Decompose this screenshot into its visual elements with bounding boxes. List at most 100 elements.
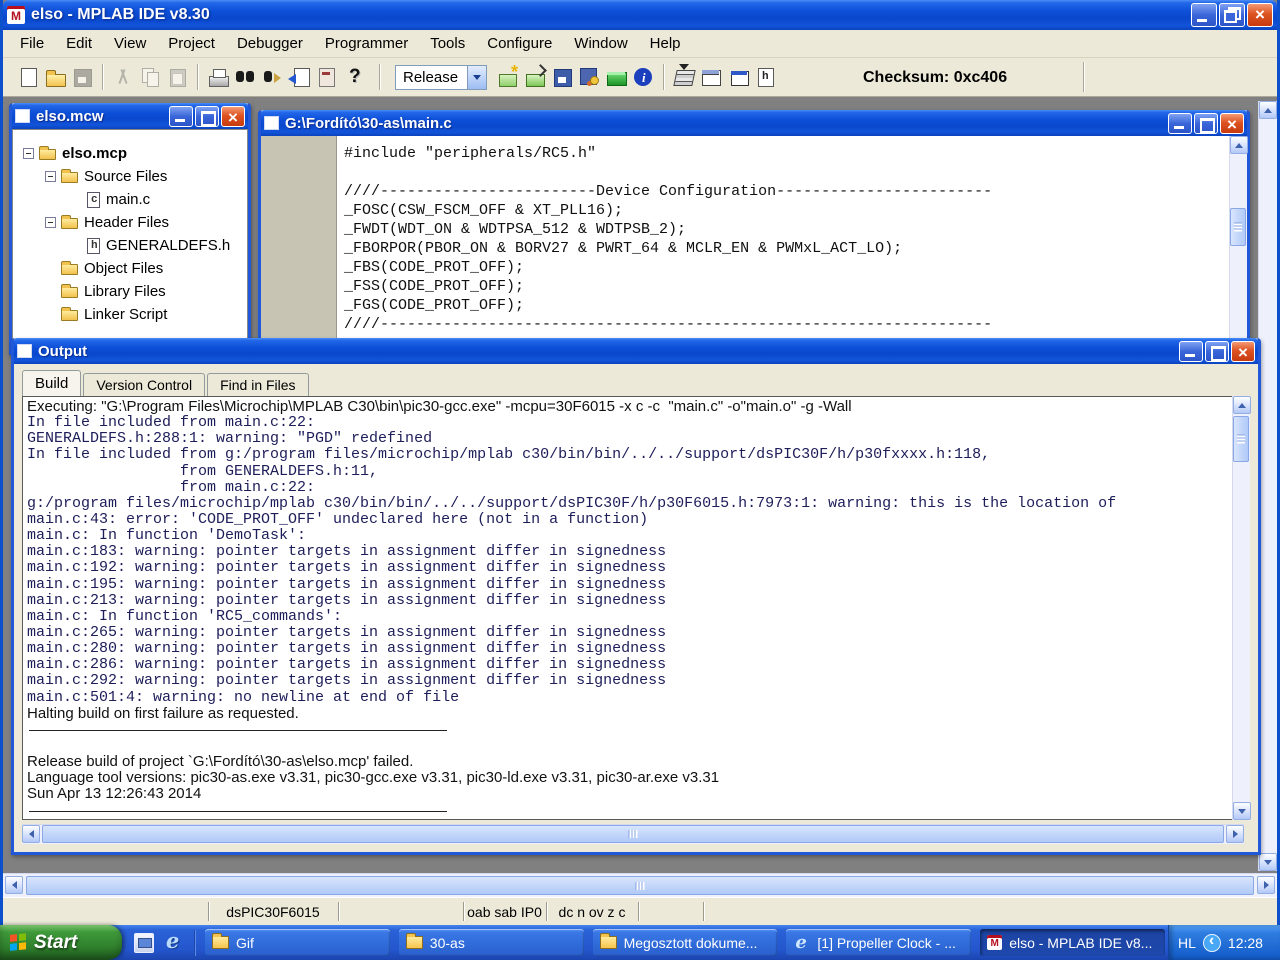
taskbar-button-megosztott[interactable]: Megosztott dokume... — [592, 929, 778, 956]
editor-close-button[interactable] — [1220, 112, 1244, 134]
project-maximize-button[interactable] — [195, 105, 219, 127]
output-minimize-button[interactable] — [1179, 340, 1203, 362]
properties-icon[interactable] — [313, 62, 340, 92]
menu-debugger[interactable]: Debugger — [226, 31, 314, 57]
taskbar-button-30-as[interactable]: 30-as — [398, 929, 584, 956]
editor-minimize-button[interactable] — [1168, 112, 1192, 134]
menu-configure[interactable]: Configure — [476, 31, 563, 57]
tree-item-elso-mcp[interactable]: elso.mcp — [13, 142, 247, 165]
output-window-titlebar[interactable]: Output — [14, 338, 1258, 364]
show-desktop-icon[interactable] — [134, 932, 154, 953]
scroll-thumb[interactable] — [1230, 208, 1246, 246]
restore-button[interactable] — [1219, 3, 1245, 27]
chevron-down-icon[interactable] — [467, 65, 486, 89]
output-line: main.c:286: warning: pointer targets in … — [27, 656, 667, 674]
menu-project[interactable]: Project — [157, 31, 226, 57]
copy-icon[interactable] — [137, 62, 164, 92]
scroll-right-button[interactable] — [1226, 825, 1244, 843]
make-icon[interactable] — [603, 62, 630, 92]
output-line: In file included from g:/program files/m… — [27, 446, 991, 464]
tree-item-source-files[interactable]: Source Files — [13, 165, 247, 188]
tree-item-linker-script[interactable]: Linker Script — [13, 303, 247, 326]
project-close-button[interactable] — [221, 105, 245, 127]
tree-item-generaldefs-h[interactable]: GENERALDEFS.h — [13, 234, 247, 257]
scroll-thumb[interactable] — [26, 876, 1254, 895]
scroll-down-button[interactable] — [1259, 853, 1277, 871]
cut-icon[interactable] — [110, 62, 137, 92]
about-icon[interactable] — [630, 62, 657, 92]
menu-file[interactable]: File — [9, 31, 55, 57]
tree-item-header-files[interactable]: Header Files — [13, 211, 247, 234]
project-minimize-button[interactable] — [169, 105, 193, 127]
save-file-icon[interactable] — [69, 62, 96, 92]
tree-item-library-files[interactable]: Library Files — [13, 280, 247, 303]
output-vertical-scrollbar[interactable] — [1232, 396, 1251, 820]
output-maximize-button[interactable] — [1205, 340, 1229, 362]
build-all-icon[interactable] — [576, 62, 603, 92]
workspace-icon — [15, 109, 30, 123]
new-project-icon[interactable] — [495, 62, 522, 92]
save-workspace-icon[interactable] — [549, 62, 576, 92]
paste-icon[interactable] — [164, 62, 191, 92]
mplab-app-icon — [7, 6, 25, 24]
tab-find-in-files[interactable]: Find in Files — [207, 373, 309, 396]
taskbar-button-mplab[interactable]: elso - MPLAB IDE v8... — [980, 929, 1165, 956]
scroll-up-button[interactable] — [1233, 396, 1251, 414]
open-file-icon[interactable] — [42, 62, 69, 92]
taskbar-button-propeller-clock[interactable]: [1] Propeller Clock - ... — [786, 929, 972, 956]
scroll-down-button[interactable] — [1233, 802, 1251, 820]
editor-window-titlebar[interactable]: G:\Fordító\30-as\main.c — [261, 110, 1247, 136]
goto-icon[interactable] — [286, 62, 313, 92]
tree-item-object-files[interactable]: Object Files — [13, 257, 247, 280]
build-log[interactable]: Executing: "G:\Program Files\Microchip\M… — [22, 396, 1244, 820]
scroll-thumb[interactable] — [42, 825, 1224, 843]
new-file-icon[interactable] — [15, 62, 42, 92]
mdi-horizontal-scrollbar[interactable] — [3, 873, 1277, 897]
internet-explorer-icon[interactable] — [164, 928, 184, 953]
close-button[interactable] — [1247, 3, 1273, 27]
tree-expand-icon[interactable] — [23, 148, 34, 159]
scroll-up-button[interactable] — [1230, 136, 1248, 154]
menu-view[interactable]: View — [103, 31, 157, 57]
output-horizontal-scrollbar[interactable] — [22, 824, 1244, 844]
start-button[interactable]: Start — [0, 925, 122, 960]
scroll-left-button[interactable] — [22, 825, 40, 843]
scroll-left-button[interactable] — [5, 876, 23, 894]
scroll-thumb[interactable] — [1233, 416, 1249, 462]
toolbar-separator — [102, 64, 104, 90]
menu-tools[interactable]: Tools — [419, 31, 476, 57]
editor-maximize-button[interactable] — [1194, 112, 1218, 134]
ie-icon — [793, 932, 810, 953]
tree-item-icon — [61, 307, 78, 321]
language-indicator[interactable]: HL — [1178, 935, 1196, 951]
tree-expand-icon[interactable] — [45, 217, 56, 228]
taskbar-button-gif[interactable]: Gif — [205, 929, 390, 956]
tab-build[interactable]: Build — [22, 370, 82, 396]
print-icon[interactable] — [205, 62, 232, 92]
stack-icon[interactable] — [671, 62, 698, 92]
language-bar-icon[interactable] — [1202, 932, 1221, 952]
tree-item-main-c[interactable]: main.c — [13, 188, 247, 211]
tree-expand-icon[interactable] — [45, 171, 56, 182]
file-registers-icon[interactable] — [752, 62, 779, 92]
minimize-button[interactable] — [1191, 3, 1217, 27]
open-workspace-icon[interactable] — [522, 62, 549, 92]
app-titlebar[interactable]: elso - MPLAB IDE v8.30 — [3, 0, 1277, 30]
menu-window[interactable]: Window — [563, 31, 638, 57]
stopwatch-icon[interactable] — [698, 62, 725, 92]
tab-version-control[interactable]: Version Control — [83, 373, 206, 396]
menu-programmer[interactable]: Programmer — [314, 31, 419, 57]
output-close-button[interactable] — [1231, 340, 1255, 362]
menu-edit[interactable]: Edit — [55, 31, 103, 57]
help-icon[interactable] — [340, 62, 367, 92]
memory-window-icon[interactable] — [725, 62, 752, 92]
build-configuration-select[interactable]: Release — [395, 64, 487, 90]
find-icon[interactable] — [232, 62, 259, 92]
find-next-icon[interactable] — [259, 62, 286, 92]
code-line: _FBS(CODE_PROT_OFF); — [344, 259, 525, 276]
scroll-up-button[interactable] — [1259, 101, 1277, 119]
project-window-titlebar[interactable]: elso.mcw — [12, 103, 248, 129]
menu-help[interactable]: Help — [639, 31, 692, 57]
scroll-right-button[interactable] — [1257, 876, 1275, 894]
output-line: Language tool versions: pic30-as.exe v3.… — [27, 769, 720, 787]
